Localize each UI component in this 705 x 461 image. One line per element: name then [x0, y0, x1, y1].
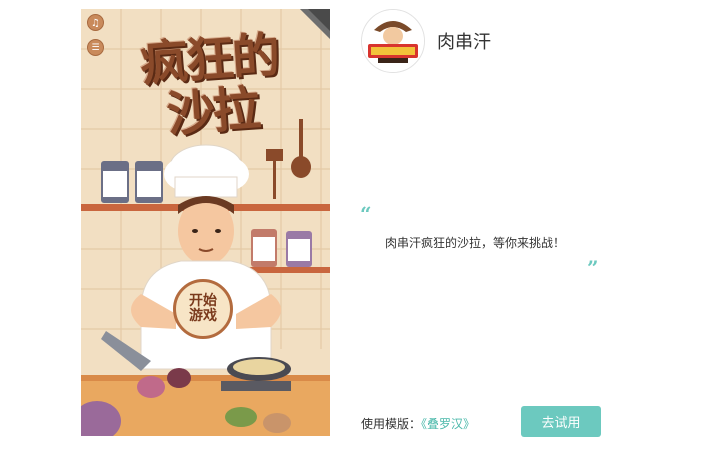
app-logo	[361, 9, 425, 73]
template-info: 使用模版：《叠罗汉》	[361, 415, 475, 432]
app-description: 肉串汗疯狂的沙拉，等你来挑战！	[385, 236, 566, 250]
quote-close-icon: ”	[587, 256, 599, 280]
start-label-line2: 游戏	[189, 308, 217, 324]
start-game-button[interactable]: 开始 游戏	[173, 279, 233, 339]
template-label: 使用模版：	[361, 417, 422, 431]
game-title: 疯狂的 沙拉	[98, 26, 325, 145]
music-note-icon: ♫	[91, 18, 100, 29]
try-button[interactable]: 去试用	[521, 406, 601, 437]
list-icon: ☰	[91, 43, 100, 53]
app-name: 肉串汗	[437, 32, 491, 53]
quote-open-icon: “	[360, 202, 372, 226]
start-label-line1: 开始	[189, 293, 217, 309]
ribbon-badge	[300, 9, 330, 39]
template-link[interactable]: 《叠罗汉》	[421, 417, 475, 431]
game-poster: 疯狂的 沙拉 ♫ ☰ 开始 游戏	[81, 9, 330, 436]
music-toggle-button[interactable]: ♫	[87, 14, 104, 31]
logo-image	[362, 10, 424, 72]
menu-button[interactable]: ☰	[87, 39, 104, 56]
